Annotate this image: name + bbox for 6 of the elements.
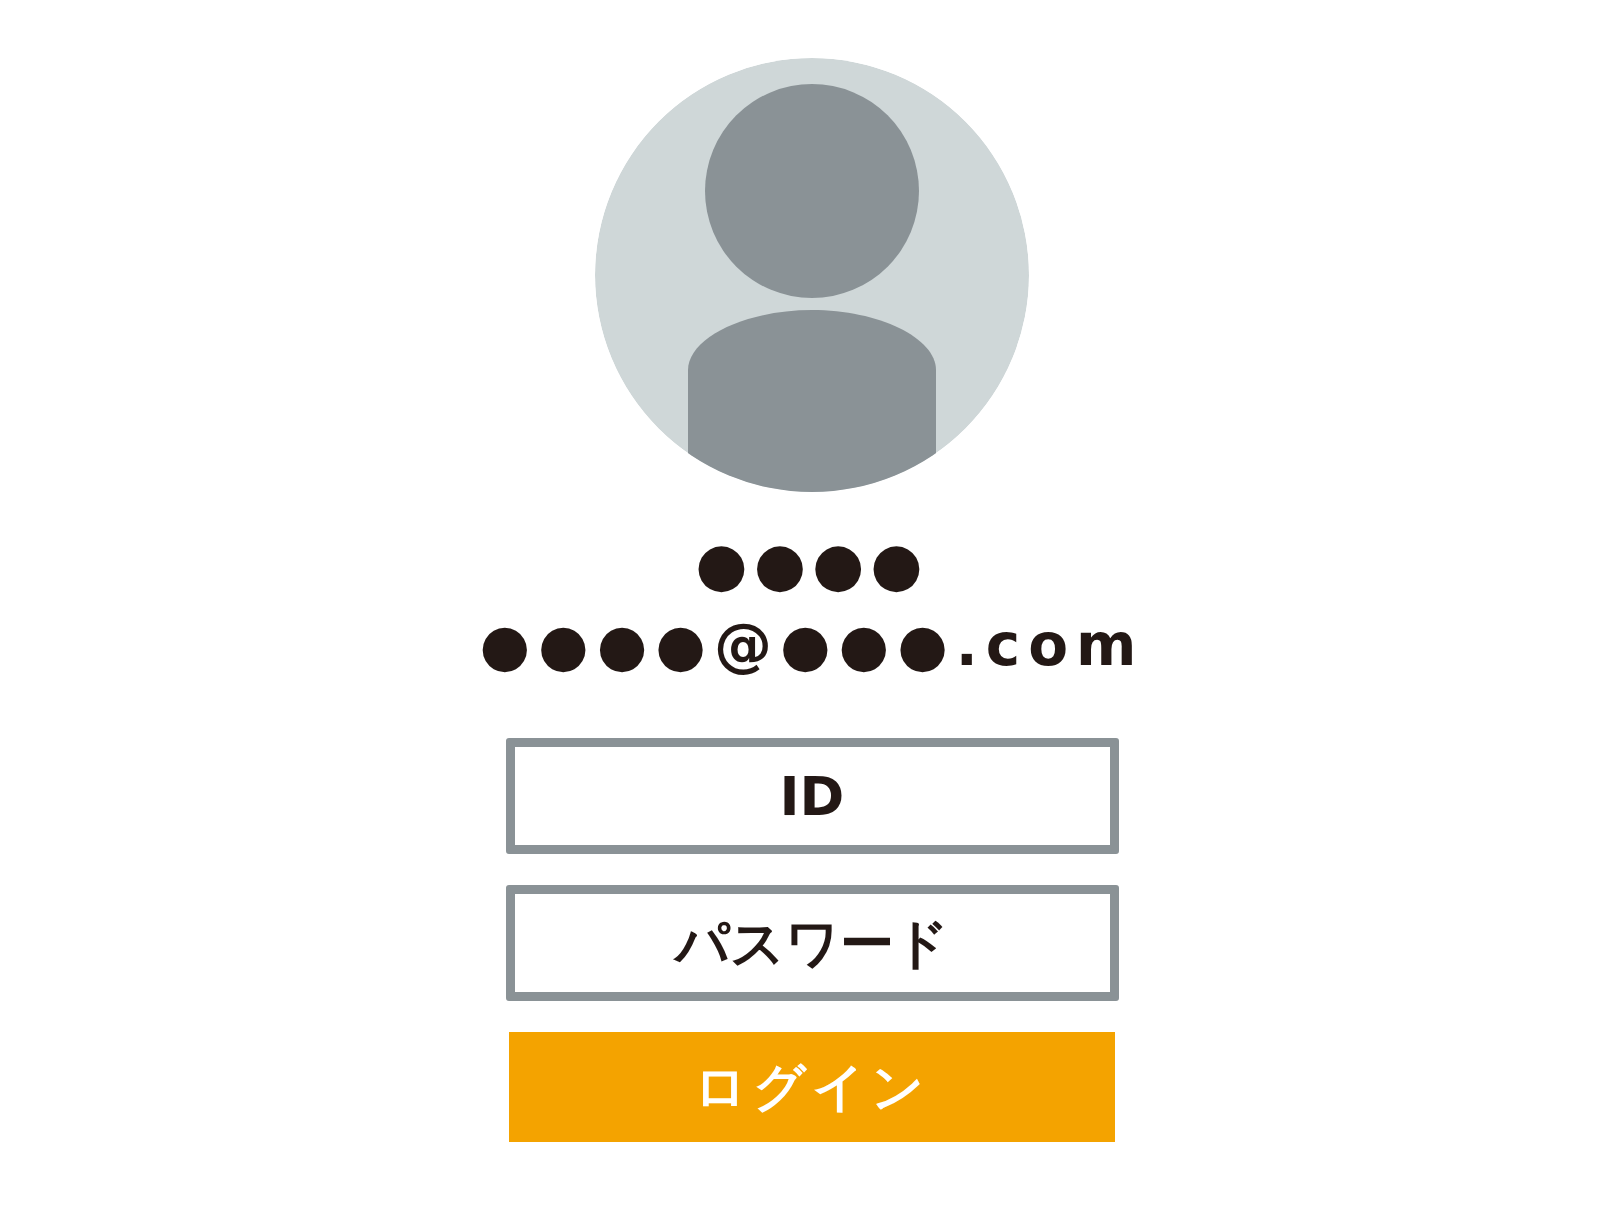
user-name: ●●●● (695, 534, 929, 594)
login-button[interactable]: ログイン (509, 1032, 1115, 1142)
avatar-icon (595, 58, 1029, 492)
id-field[interactable]: ID (505, 738, 1119, 854)
password-field[interactable]: パスワード (505, 885, 1119, 1001)
user-email: ●●●●@●●●.com (479, 616, 1145, 674)
